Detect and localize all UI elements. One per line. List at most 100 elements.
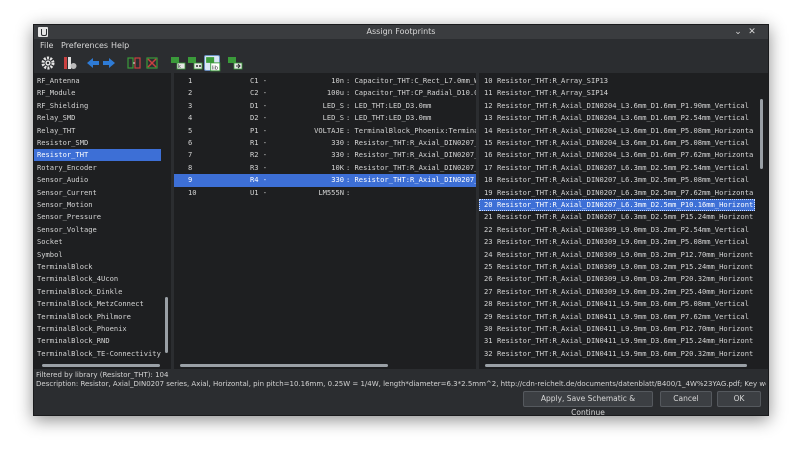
component-number: 1	[188, 76, 193, 85]
assign-footprints-window: Assign Footprints ⌄ ✕ File Preferences H…	[33, 24, 769, 417]
footprint-row[interactable]: 21 Resistor_THT:R_Axial_DIN0207_L6.3mm_D2…	[479, 211, 755, 223]
component-row[interactable]: 4 D2 - LED_S: LED_THT:LED_D3.0mm	[174, 112, 476, 124]
footprint-row[interactable]: 30 Resistor_THT:R_Axial_DIN0411_L9.9mm_D3…	[479, 323, 755, 335]
library-item[interactable]: Rotary_Encoder	[37, 162, 161, 174]
footprint-row[interactable]: 29 Resistor_THT:R_Axial_DIN0411_L9.9mm_D3…	[479, 311, 755, 323]
footprint-number: 20	[484, 200, 493, 209]
library-item[interactable]: RF_Shielding	[37, 100, 161, 112]
footprint-row[interactable]: 15 Resistor_THT:R_Axial_DIN0204_L3.6mm_D1…	[479, 137, 755, 149]
footprint-name: Resistor_THT:R_Axial_DIN0309_L9.0mm_D3.2…	[497, 249, 754, 259]
auto-associate-icon[interactable]	[126, 55, 142, 71]
delete-associations-icon[interactable]	[144, 55, 160, 71]
library-item[interactable]: Resistor_THT	[34, 149, 161, 162]
footprint-row[interactable]: 13 Resistor_THT:R_Axial_DIN0204_L3.6mm_D1…	[479, 112, 755, 124]
library-list-scrollbar[interactable]	[165, 297, 168, 353]
library-item[interactable]: Sensor_Motion	[37, 199, 161, 211]
library-item[interactable]: Relay_SMD	[37, 112, 161, 124]
component-row[interactable]: 10 U1 - LM555N:	[174, 187, 476, 199]
component-row[interactable]: 8 R3 - 10K: Resistor_THT:R_Axial_DIN0207_L…	[174, 162, 476, 174]
arrow-left-icon[interactable]	[85, 55, 101, 71]
library-item[interactable]: Sensor_Audio	[37, 174, 161, 186]
gear-icon[interactable]	[40, 55, 56, 71]
library-item[interactable]: TerminalBlock_Phoenix	[37, 323, 161, 335]
footprint-name: Resistor_THT:R_Axial_DIN0207_L6.3mm_D2.5…	[497, 187, 754, 197]
footprint-list-panel[interactable]: 10 Resistor_THT:R_Array_SIP13 11 Resistor_T…	[479, 73, 768, 369]
filter-by-pin-count-icon[interactable]	[187, 55, 203, 71]
footprint-list-hscrollbar[interactable]	[485, 364, 747, 367]
library-item[interactable]: TerminalBlock_Philmore	[37, 311, 161, 323]
component-footprint: : Capacitor_THT:CP_Radial_D10.0mm_P5.0	[346, 88, 476, 98]
footprint-row[interactable]: 26 Resistor_THT:R_Axial_DIN0309_L9.0mm_D3…	[479, 273, 755, 285]
footprint-name: Resistor_THT:R_Axial_DIN0411_L9.9mm_D3.6…	[497, 299, 749, 309]
library-item[interactable]: TerminalBlock_RND	[37, 335, 161, 347]
component-row[interactable]: 9 R4 - 330: Resistor_THT:R_Axial_DIN0207_L…	[174, 174, 476, 187]
filter-by-library-icon[interactable]: lib	[204, 55, 221, 72]
arrow-right-icon[interactable]	[101, 55, 117, 71]
title-bar: Assign Footprints ⌄ ✕	[34, 25, 768, 39]
footprint-row[interactable]: 10 Resistor_THT:R_Array_SIP13	[479, 75, 755, 87]
component-row[interactable]: 5 P1 - VOLTAJE: TerminalBlock_Phoenix:Term…	[174, 125, 476, 137]
footprint-row[interactable]: 28 Resistor_THT:R_Axial_DIN0411_L9.9mm_D3…	[479, 298, 755, 310]
cancel-button[interactable]: Cancel	[660, 391, 712, 407]
footprint-row[interactable]: 16 Resistor_THT:R_Axial_DIN0204_L3.6mm_D1…	[479, 149, 755, 161]
footprint-row[interactable]: 32 Resistor_THT:R_Axial_DIN0411_L9.9mm_D3…	[479, 348, 755, 360]
ok-button[interactable]: OK	[717, 391, 761, 407]
component-reference: R3 -	[250, 162, 268, 172]
component-row[interactable]: 6 R1 - 330: Resistor_THT:R_Axial_DIN0207_L…	[174, 137, 476, 149]
footprint-row[interactable]: 25 Resistor_THT:R_Axial_DIN0309_L9.0mm_D3…	[479, 261, 755, 273]
close-icon[interactable]: ✕	[746, 26, 758, 38]
footprint-row[interactable]: 18 Resistor_THT:R_Axial_DIN0207_L6.3mm_D2…	[479, 174, 755, 186]
footprint-name: Resistor_THT:R_Axial_DIN0309_L9.0mm_D3.2…	[497, 274, 754, 284]
library-item[interactable]: Resistor_SMD	[37, 137, 161, 149]
footprint-number: 11	[484, 88, 493, 98]
footprint-row[interactable]: 12 Resistor_THT:R_Axial_DIN0204_L3.6mm_D1…	[479, 100, 755, 112]
minimize-chevron-icon[interactable]: ⌄	[732, 26, 744, 38]
footprint-row[interactable]: 17 Resistor_THT:R_Axial_DIN0207_L6.3mm_D2…	[479, 162, 755, 174]
component-row[interactable]: 3 D1 - LED_S: LED_THT:LED_D3.0mm	[174, 100, 476, 112]
library-item[interactable]: Sensor_Pressure	[37, 211, 161, 223]
component-footprint: : TerminalBlock_Phoenix:TerminalBlock_	[346, 125, 476, 135]
library-item[interactable]: Symbol	[37, 249, 161, 261]
component-value: VOLTAJE	[314, 125, 344, 135]
footprint-row[interactable]: 19 Resistor_THT:R_Axial_DIN0207_L6.3mm_D2…	[479, 187, 755, 199]
menu-preferences[interactable]: Preferences	[61, 41, 108, 50]
component-reference: C1 -	[250, 76, 268, 85]
library-item[interactable]: TerminalBlock_Dinkle	[37, 286, 161, 298]
library-item[interactable]: TerminalBlock_4Ucon	[37, 273, 161, 285]
library-item[interactable]: RF_Module	[37, 87, 161, 99]
library-item[interactable]: Sensor_Current	[37, 187, 161, 199]
menu-file[interactable]: File	[40, 41, 53, 50]
library-item[interactable]: Relay_THT	[37, 125, 161, 137]
menu-help[interactable]: Help	[111, 41, 129, 50]
footprint-row[interactable]: 20 Resistor_THT:R_Axial_DIN0207_L6.3mm_D2…	[479, 199, 755, 212]
filter-by-keywords-icon[interactable]: k	[170, 55, 186, 71]
library-list-hscrollbar[interactable]	[42, 364, 160, 367]
library-table-icon[interactable]	[62, 55, 78, 71]
components-list-panel[interactable]: 1 C1 - 10n: Capacitor_THT:C_Rect_L7.0mm_W3…	[174, 73, 476, 369]
component-value: 100u	[326, 88, 344, 98]
footprint-row[interactable]: 24 Resistor_THT:R_Axial_DIN0309_L9.0mm_D3…	[479, 249, 755, 261]
component-row[interactable]: 7 R2 - 330: Resistor_THT:R_Axial_DIN0207_L…	[174, 149, 476, 161]
footprint-number: 13	[484, 113, 493, 123]
footprint-row[interactable]: 31 Resistor_THT:R_Axial_DIN0411_L9.9mm_D3…	[479, 335, 755, 347]
library-item[interactable]: TerminalBlock	[37, 261, 161, 273]
library-item[interactable]: RF_Antenna	[37, 75, 161, 87]
footprint-name: Resistor_THT:R_Axial_DIN0309_L9.0mm_D3.2…	[497, 224, 749, 234]
library-item[interactable]: TerminalBlock_MetzConnect	[37, 298, 161, 310]
footprint-row[interactable]: 22 Resistor_THT:R_Axial_DIN0309_L9.0mm_D3…	[479, 224, 755, 236]
components-list-hscrollbar[interactable]	[180, 364, 388, 367]
footprint-row[interactable]: 23 Resistor_THT:R_Axial_DIN0309_L9.0mm_D3…	[479, 236, 755, 248]
component-row[interactable]: 1 C1 - 10n: Capacitor_THT:C_Rect_L7.0mm_W3…	[174, 75, 476, 87]
footprint-row[interactable]: 27 Resistor_THT:R_Axial_DIN0309_L9.0mm_D3…	[479, 286, 755, 298]
apply-save-continue-button[interactable]: Apply, Save Schematic & Continue	[523, 391, 653, 417]
filter-by-text-icon[interactable]	[227, 55, 243, 71]
library-list-panel[interactable]: RF_Antenna RF_Module RF_Shielding Relay_SMD…	[34, 73, 171, 369]
footprint-row[interactable]: 11 Resistor_THT:R_Array_SIP14	[479, 87, 755, 99]
component-row[interactable]: 2 C2 - 100u: Capacitor_THT:CP_Radial_D10.0…	[174, 87, 476, 99]
footprint-row[interactable]: 14 Resistor_THT:R_Axial_DIN0204_L3.6mm_D1…	[479, 125, 755, 137]
library-item[interactable]: Sensor_Voltage	[37, 224, 161, 236]
component-number: 10	[188, 187, 197, 197]
footprint-list-scrollbar[interactable]	[760, 99, 763, 169]
library-item[interactable]: Socket	[37, 236, 161, 248]
library-item[interactable]: TerminalBlock_TE-Connectivity	[37, 348, 161, 360]
